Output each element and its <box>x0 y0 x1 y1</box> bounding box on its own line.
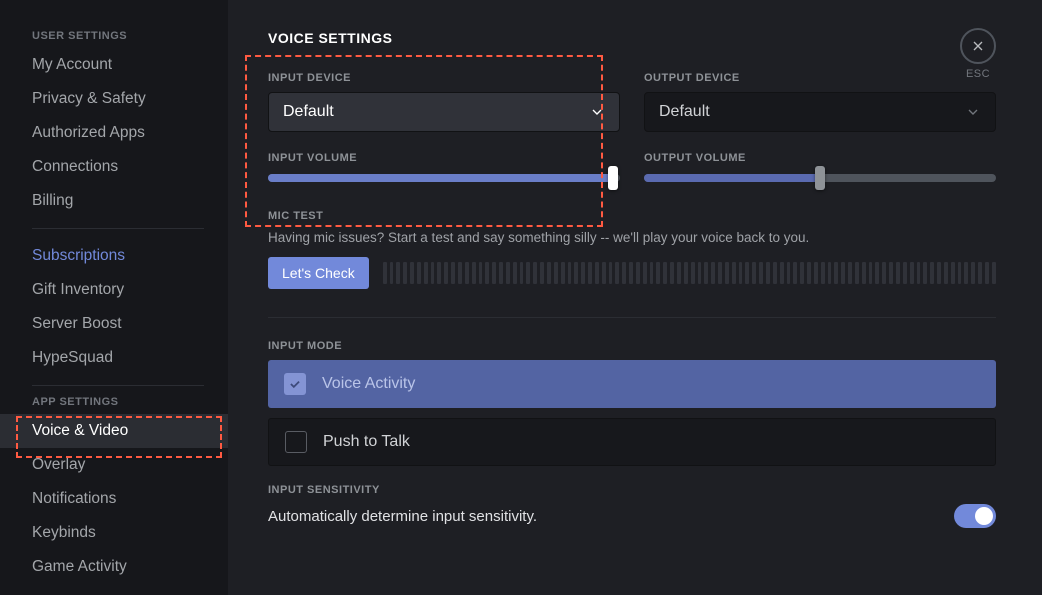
toggle-knob <box>975 507 993 525</box>
input-sensitivity-label: INPUT SENSITIVITY <box>268 484 996 496</box>
sidebar-divider <box>32 228 204 229</box>
sidebar-item-authorized-apps[interactable]: Authorized Apps <box>0 116 228 150</box>
sidebar-item-overlay[interactable]: Overlay <box>0 448 228 482</box>
output-volume-label: OUTPUT VOLUME <box>644 152 996 164</box>
checkbox-checked-icon <box>284 373 306 395</box>
output-device-value: Default <box>659 103 710 121</box>
sidebar-item-notifications[interactable]: Notifications <box>0 482 228 516</box>
mic-level-meter <box>383 262 996 284</box>
input-mode-option-label: Push to Talk <box>323 433 410 451</box>
sidebar-heading-app: APP SETTINGS <box>0 396 228 414</box>
output-volume-slider[interactable] <box>644 174 996 182</box>
output-device-label: OUTPUT DEVICE <box>644 72 996 84</box>
sidebar-heading-user: USER SETTINGS <box>0 30 228 48</box>
mic-test-label: MIC TEST <box>268 210 996 222</box>
sidebar-item-my-account[interactable]: My Account <box>0 48 228 82</box>
sidebar-item-hypesquad[interactable]: HypeSquad <box>0 341 228 375</box>
input-mode-option-label: Voice Activity <box>322 375 415 393</box>
close-settings: ESC <box>960 28 996 80</box>
sidebar-item-gift-inventory[interactable]: Gift Inventory <box>0 273 228 307</box>
chevron-down-icon <box>965 104 981 120</box>
input-device-select[interactable]: Default <box>268 92 620 132</box>
input-volume-label: INPUT VOLUME <box>268 152 620 164</box>
output-device-select[interactable]: Default <box>644 92 996 132</box>
device-row: INPUT DEVICE Default INPUT VOLUME OUTPUT… <box>268 72 996 182</box>
slider-thumb[interactable] <box>608 166 618 190</box>
sidebar-item-voice-video[interactable]: Voice & Video <box>0 414 228 448</box>
input-mode-label: INPUT MODE <box>268 340 996 352</box>
checkbox-unchecked-icon <box>285 431 307 453</box>
sidebar-item-keybinds[interactable]: Keybinds <box>0 516 228 550</box>
input-device-value: Default <box>283 103 334 121</box>
sidebar-item-server-boost[interactable]: Server Boost <box>0 307 228 341</box>
input-device-label: INPUT DEVICE <box>268 72 620 84</box>
settings-sidebar: USER SETTINGS My Account Privacy & Safet… <box>0 0 228 595</box>
sidebar-item-connections[interactable]: Connections <box>0 150 228 184</box>
input-sensitivity-text: Automatically determine input sensitivit… <box>268 508 537 525</box>
divider <box>268 317 996 318</box>
input-mode-push-to-talk[interactable]: Push to Talk <box>268 418 996 466</box>
close-icon <box>970 38 986 54</box>
mic-test-description: Having mic issues? Start a test and say … <box>268 230 996 245</box>
input-volume-slider[interactable] <box>268 174 620 182</box>
page-title: VOICE SETTINGS <box>268 30 996 46</box>
esc-label: ESC <box>960 68 996 80</box>
close-button[interactable] <box>960 28 996 64</box>
slider-thumb[interactable] <box>815 166 825 190</box>
chevron-down-icon <box>589 104 605 120</box>
input-sensitivity-toggle[interactable] <box>954 504 996 528</box>
mic-test-button[interactable]: Let's Check <box>268 257 369 289</box>
input-mode-voice-activity[interactable]: Voice Activity <box>268 360 996 408</box>
sidebar-item-billing[interactable]: Billing <box>0 184 228 218</box>
settings-panel: ESC VOICE SETTINGS INPUT DEVICE Default … <box>228 0 1042 595</box>
sidebar-divider <box>32 385 204 386</box>
sidebar-item-game-activity[interactable]: Game Activity <box>0 550 228 584</box>
sidebar-item-subscriptions[interactable]: Subscriptions <box>0 239 228 273</box>
sidebar-item-privacy-safety[interactable]: Privacy & Safety <box>0 82 228 116</box>
